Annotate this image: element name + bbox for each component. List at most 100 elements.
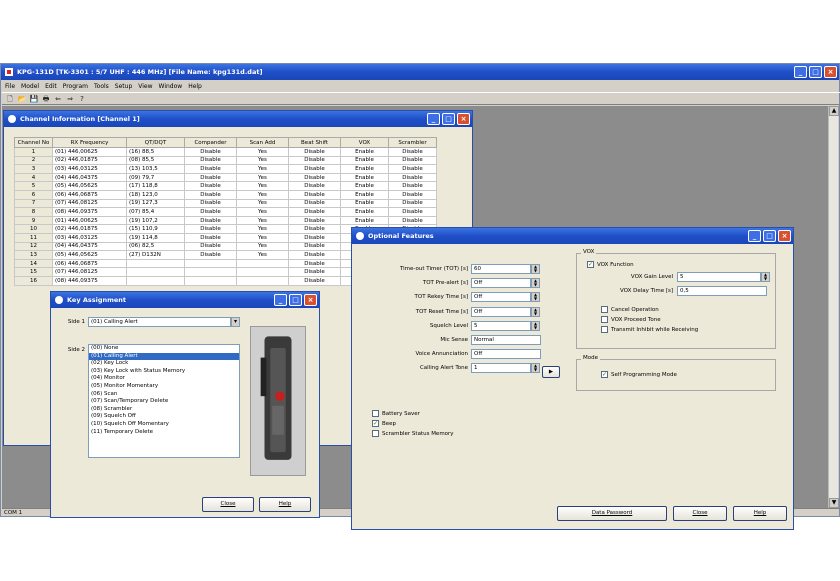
table-cell[interactable]: 3 <box>14 164 53 174</box>
spinner-icon[interactable]: ▲ ▼ <box>531 292 540 303</box>
key-window-titlebar[interactable]: Key Assignment _ □ × <box>51 292 319 308</box>
table-cell[interactable]: (08) 446,09375 <box>52 275 127 286</box>
table-cell[interactable]: Enable <box>340 198 389 209</box>
table-cell[interactable]: Disable <box>388 207 437 217</box>
table-cell[interactable]: Enable <box>340 164 389 174</box>
close-button[interactable]: Close <box>673 506 727 521</box>
table-cell[interactable]: Disable <box>184 224 237 234</box>
table-cell[interactable] <box>126 258 185 269</box>
table-cell[interactable]: Disable <box>288 224 341 234</box>
table-cell[interactable]: (01) 446,00625 <box>52 147 127 157</box>
menu-setup[interactable]: Setup <box>115 81 132 92</box>
vox-gain-field[interactable]: 5 <box>677 272 761 282</box>
table-cell[interactable]: Yes <box>236 147 289 157</box>
field-value[interactable]: Off <box>471 292 531 303</box>
table-cell[interactable]: Yes <box>236 215 289 226</box>
table-cell[interactable]: Disable <box>184 241 237 252</box>
table-cell[interactable]: Yes <box>236 241 289 252</box>
list-item[interactable]: (05) Monitor Momentary <box>89 383 239 391</box>
table-cell[interactable]: Disable <box>288 155 341 166</box>
table-cell[interactable]: (07) 446,08125 <box>52 198 127 209</box>
table-cell[interactable]: Yes <box>236 207 289 217</box>
table-row[interactable]: 6 (06) 446,06875 (18) 123,0 Disable Yes Disab… <box>14 189 437 200</box>
field-value[interactable]: Off <box>471 278 531 289</box>
table-cell[interactable]: Disable <box>388 198 437 209</box>
new-icon[interactable]: 🗋 <box>5 94 15 104</box>
minimize-button[interactable]: _ <box>748 230 761 242</box>
table-cell[interactable]: 2 <box>14 155 53 166</box>
table-cell[interactable]: Disable <box>388 181 437 191</box>
column-header[interactable]: Scan Add <box>236 137 289 148</box>
table-cell[interactable] <box>184 258 237 269</box>
write-radio-icon[interactable]: ⇒ <box>65 94 75 104</box>
table-cell[interactable] <box>126 267 185 277</box>
table-cell[interactable] <box>236 275 289 286</box>
table-cell[interactable]: Enable <box>340 155 389 166</box>
menu-model[interactable]: Model <box>21 81 39 92</box>
table-cell[interactable]: Disable <box>288 164 341 174</box>
list-item[interactable]: (07) Scan/Temporary Delete <box>89 398 239 406</box>
table-cell[interactable]: 16 <box>14 275 53 286</box>
maximize-button[interactable]: □ <box>809 66 822 78</box>
table-cell[interactable]: Enable <box>340 181 389 191</box>
table-cell[interactable]: 4 <box>14 172 53 183</box>
table-cell[interactable]: Disable <box>184 207 237 217</box>
table-cell[interactable]: 12 <box>14 241 53 252</box>
table-cell[interactable]: 8 <box>14 207 53 217</box>
table-cell[interactable]: Disable <box>184 198 237 209</box>
table-cell[interactable]: 10 <box>14 224 53 234</box>
table-cell[interactable]: (09) 79,7 <box>126 172 185 183</box>
optional-window-titlebar[interactable]: Optional Features _ □ × <box>352 228 793 244</box>
channel-window-titlebar[interactable]: Channel Information [Channel 1] _ □ × <box>4 111 472 127</box>
table-row[interactable]: 1 (01) 446,00625 (16) 88,5 Disable Yes Disabl… <box>14 147 437 157</box>
data-password-button[interactable]: Data Password <box>557 506 667 521</box>
column-header[interactable]: Scrambler <box>388 137 437 148</box>
table-cell[interactable]: Disable <box>288 232 341 243</box>
scroll-up-icon[interactable]: ▲ <box>829 106 839 116</box>
table-cell[interactable]: 7 <box>14 198 53 209</box>
minimize-button[interactable]: _ <box>427 113 440 125</box>
table-cell[interactable]: (19) 114,8 <box>126 232 185 243</box>
table-cell[interactable]: 9 <box>14 215 53 226</box>
table-cell[interactable]: Disable <box>288 207 341 217</box>
table-cell[interactable]: Disable <box>388 172 437 183</box>
table-cell[interactable]: Disable <box>184 147 237 157</box>
side1-select[interactable]: (01) Calling Alert <box>88 317 231 327</box>
minimize-button[interactable]: _ <box>794 66 807 78</box>
table-cell[interactable] <box>236 258 289 269</box>
table-cell[interactable]: (27) D132N <box>126 250 185 260</box>
help-button[interactable]: Help <box>733 506 787 521</box>
table-cell[interactable]: Disable <box>288 267 341 277</box>
column-header[interactable]: Channel No <box>14 137 53 148</box>
table-cell[interactable]: 15 <box>14 267 53 277</box>
menu-edit[interactable]: Edit <box>45 81 57 92</box>
table-cell[interactable]: (03) 446,03125 <box>52 164 127 174</box>
menu-window[interactable]: Window <box>159 81 183 92</box>
table-cell[interactable]: (06) 446,06875 <box>52 258 127 269</box>
table-cell[interactable]: Enable <box>340 172 389 183</box>
table-cell[interactable]: Disable <box>288 241 341 252</box>
field-value[interactable]: 5 <box>471 320 531 331</box>
list-item[interactable]: (10) Squelch Off Momentary <box>89 421 239 429</box>
play-tone-button[interactable]: ▶ <box>542 366 560 378</box>
table-row[interactable]: 7 (07) 446,08125 (19) 127,3 Disable Yes Disab… <box>14 198 437 209</box>
table-cell[interactable]: (05) 446,05625 <box>52 181 127 191</box>
list-item[interactable]: (00) None <box>89 345 239 353</box>
table-cell[interactable]: 5 <box>14 181 53 191</box>
table-cell[interactable]: (16) 88,5 <box>126 147 185 157</box>
table-cell[interactable]: Disable <box>288 258 341 269</box>
menu-program[interactable]: Program <box>63 81 88 92</box>
table-cell[interactable]: (15) 110,9 <box>126 224 185 234</box>
minimize-button[interactable]: _ <box>274 294 287 306</box>
list-item[interactable]: (09) Squelch Off <box>89 413 239 421</box>
table-cell[interactable]: 14 <box>14 258 53 269</box>
table-cell[interactable]: Disable <box>288 215 341 226</box>
help-button[interactable]: Help <box>259 497 311 512</box>
table-cell[interactable]: Yes <box>236 189 289 200</box>
spinner-icon[interactable]: ▲ ▼ <box>531 363 540 374</box>
battery-saver-checkbox[interactable]: Battery Saver <box>372 410 420 418</box>
vox-delay-field[interactable]: 0,5 <box>677 286 767 296</box>
table-cell[interactable]: Disable <box>388 155 437 166</box>
read-radio-icon[interactable]: ⇐ <box>53 94 63 104</box>
table-cell[interactable]: Disable <box>388 189 437 200</box>
